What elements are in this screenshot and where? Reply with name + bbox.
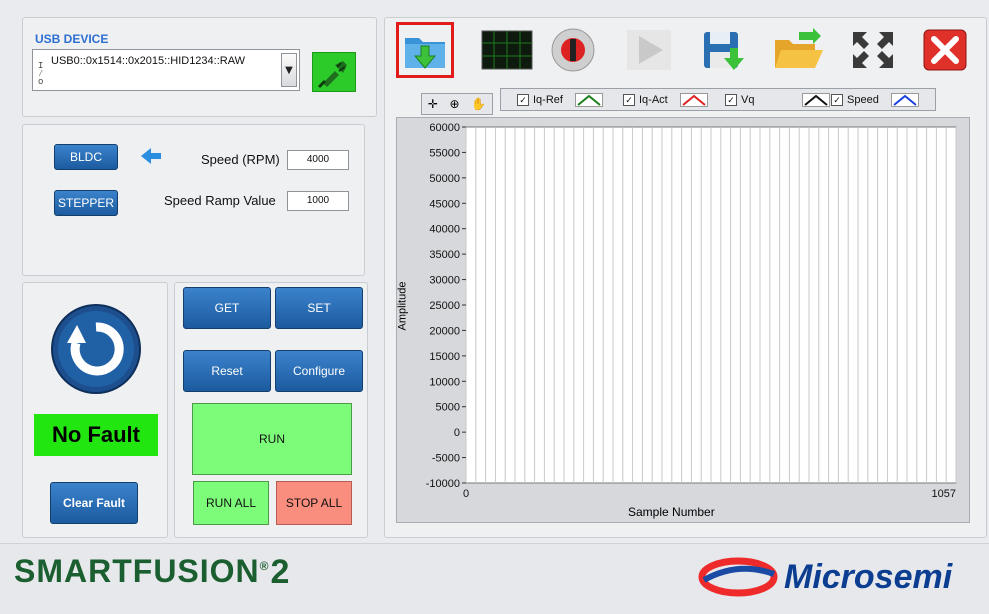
refresh-icon[interactable]: [50, 303, 142, 399]
checkbox-icon[interactable]: ✓: [725, 94, 737, 106]
y-tick-label: 40000: [429, 224, 460, 236]
y-tick-label: -10000: [426, 478, 460, 490]
plot-legend: ✓ Iq-Ref ✓ Iq-Act ✓ Vq ✓ Speed: [500, 88, 936, 111]
smartfusion-number: 2: [270, 553, 290, 591]
pan-hand-icon[interactable]: ✋: [471, 97, 486, 111]
set-button[interactable]: SET: [275, 287, 363, 329]
y-tick-label: 35000: [429, 249, 460, 261]
crosshair-icon[interactable]: ✛: [428, 97, 438, 111]
x-tick-label: 0: [463, 488, 469, 500]
waveform-chart: 6000055000500004500040000350003000025000…: [426, 122, 957, 500]
fullscreen-icon: [853, 32, 893, 68]
microsemi-text: Microsemi: [784, 557, 953, 596]
y-tick-label: 60000: [429, 122, 460, 134]
scope-button[interactable]: [478, 22, 536, 78]
run-all-button[interactable]: RUN ALL: [193, 481, 269, 525]
bldc-button[interactable]: BLDC: [54, 144, 118, 170]
legend-item-speed[interactable]: ✓ Speed: [831, 93, 919, 107]
zoom-icon[interactable]: ⊕: [450, 97, 460, 111]
smartfusion-text: SMARTFUSION: [14, 553, 260, 589]
y-tick-label: 20000: [429, 325, 460, 337]
y-tick-label: 25000: [429, 300, 460, 312]
graph-palette: ✛ ⊕ ✋: [421, 93, 493, 115]
y-tick-label: 5000: [436, 402, 460, 414]
save-icon: [704, 32, 744, 70]
line-plot-icon: [574, 93, 603, 107]
io-glyph: I ⁄ o: [38, 61, 44, 87]
play-button[interactable]: [620, 22, 678, 78]
smartfusion-logo: SMARTFUSION ® 2: [14, 553, 289, 592]
motor-magnet-icon: [551, 28, 595, 72]
line-plot-icon: [679, 93, 708, 107]
speed-label: Speed (RPM): [201, 152, 280, 167]
configure-button[interactable]: Configure: [275, 350, 363, 392]
close-icon: [923, 29, 967, 71]
acquire-folder-button[interactable]: [396, 22, 454, 78]
ramp-input[interactable]: 1000: [287, 191, 349, 211]
stepper-button[interactable]: STEPPER: [54, 190, 118, 216]
y-tick-label: 15000: [429, 351, 460, 363]
checkbox-icon[interactable]: ✓: [517, 94, 529, 106]
checkbox-icon[interactable]: ✓: [831, 94, 843, 106]
y-axis-label: Amplitude: [396, 281, 409, 331]
arrow-left-icon: [139, 146, 163, 170]
reset-button[interactable]: Reset: [183, 350, 271, 392]
folder-download-icon: [405, 38, 445, 69]
x-tick-label: 1057: [932, 488, 956, 500]
line-plot-icon: [890, 93, 919, 107]
usb-device-select[interactable]: I ⁄ o USB0::0x1514::0x2015::HID1234::RAW ▼: [32, 49, 300, 91]
ramp-label: Speed Ramp Value: [164, 193, 276, 208]
y-tick-label: 10000: [429, 376, 460, 388]
usb-device-value: USB0::0x1514::0x2015::HID1234::RAW: [51, 55, 246, 67]
y-tick-label: 45000: [429, 198, 460, 210]
motor-button[interactable]: [544, 22, 602, 78]
open-folder-icon: [775, 28, 823, 68]
checkbox-icon[interactable]: ✓: [623, 94, 635, 106]
dropdown-arrow-icon[interactable]: ▼: [281, 53, 297, 87]
y-tick-label: 30000: [429, 275, 460, 287]
line-plot-icon: [802, 93, 831, 107]
legend-item-vq[interactable]: ✓ Vq: [725, 93, 831, 107]
legend-item-iq-act[interactable]: ✓ Iq-Act: [623, 93, 708, 107]
open-button[interactable]: [770, 22, 828, 78]
oscilloscope-icon: [481, 30, 533, 70]
x-axis-label: Sample Number: [628, 505, 715, 519]
speed-input[interactable]: 4000: [287, 150, 349, 170]
fullscreen-button[interactable]: [844, 22, 902, 78]
usb-connect-icon[interactable]: [312, 52, 356, 92]
usb-device-title: USB DEVICE: [35, 32, 109, 46]
fault-status-indicator: No Fault: [34, 414, 158, 456]
run-button[interactable]: RUN: [192, 403, 352, 475]
registered-mark: ®: [259, 559, 269, 573]
close-button[interactable]: [916, 22, 974, 78]
y-tick-label: -5000: [432, 453, 460, 465]
save-button[interactable]: [695, 22, 753, 78]
clear-fault-button[interactable]: Clear Fault: [50, 482, 138, 524]
get-button[interactable]: GET: [183, 287, 271, 329]
legend-item-iq-ref[interactable]: ✓ Iq-Ref: [517, 93, 603, 107]
play-icon: [627, 30, 671, 70]
microsemi-swoosh-icon: [698, 557, 778, 597]
y-tick-label: 0: [454, 427, 460, 439]
y-tick-label: 55000: [429, 147, 460, 159]
stop-all-button[interactable]: STOP ALL: [276, 481, 352, 525]
microsemi-logo: Microsemi: [698, 556, 952, 598]
y-tick-label: 50000: [429, 173, 460, 185]
